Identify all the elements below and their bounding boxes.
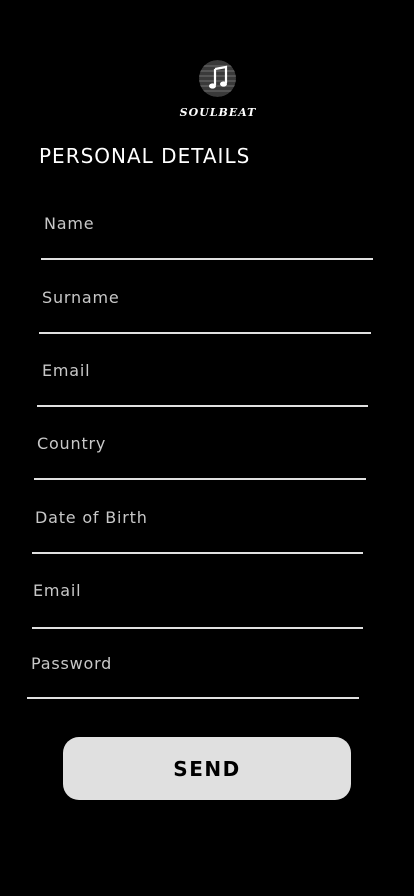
page-title: PERSONAL DETAILS (39, 144, 251, 168)
date-of-birth-field-label: Date of Birth (35, 508, 148, 527)
email-field-label: Email (42, 361, 91, 380)
send-button[interactable]: SEND (63, 737, 351, 800)
email-field-underline (37, 405, 368, 407)
date-of-birth-field[interactable]: Date of Birth (32, 508, 363, 554)
music-note-icon (199, 60, 236, 97)
name-field-underline (41, 258, 373, 260)
country-field-underline (34, 478, 366, 480)
brand-name: SOULBEAT (179, 106, 257, 119)
password-field-label: Password (31, 654, 113, 673)
surname-field-underline (39, 332, 371, 334)
surname-field[interactable]: Surname (39, 288, 371, 334)
country-field-label: Country (37, 434, 107, 453)
soulbeat-logo (199, 60, 236, 97)
name-field[interactable]: Name (41, 214, 373, 260)
password-field-underline (27, 697, 359, 699)
country-field[interactable]: Country (34, 434, 366, 480)
date-of-birth-field-underline (32, 552, 363, 554)
email-field-2-label: Email (33, 581, 82, 600)
surname-field-label: Surname (42, 288, 120, 307)
password-field[interactable]: Password (27, 654, 359, 699)
email-field-2-underline (32, 627, 363, 629)
email-field-2[interactable]: Email (32, 581, 363, 629)
email-field[interactable]: Email (37, 361, 368, 407)
name-field-label: Name (44, 214, 95, 233)
